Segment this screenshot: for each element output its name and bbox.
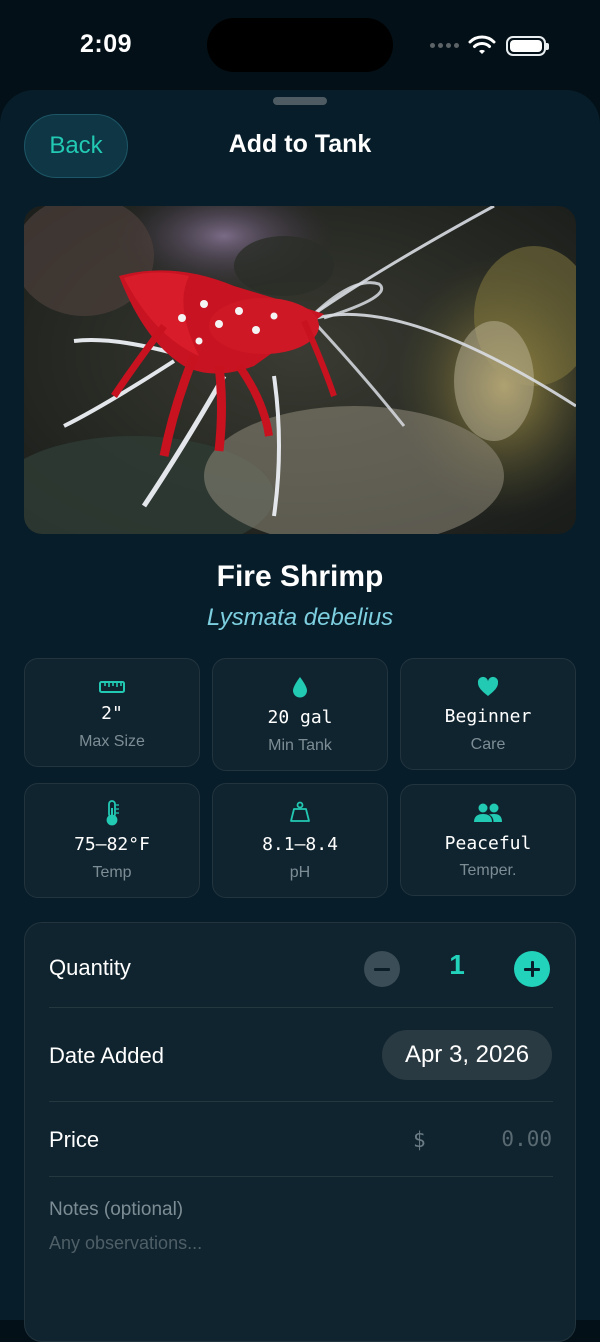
scale-icon <box>213 800 387 824</box>
price-input[interactable] <box>455 1123 552 1155</box>
quantity-decrement-button[interactable] <box>364 951 400 987</box>
stat-label: Max Size <box>79 733 145 750</box>
page-title: Add to Tank <box>228 130 372 158</box>
stat-max-size: 2" Max Size <box>24 658 200 767</box>
stat-care: Beginner Care <box>400 658 576 770</box>
cellular-signal-icon <box>430 43 459 48</box>
heart-icon <box>401 675 575 699</box>
stat-value: 8.1–8.4 <box>262 834 338 855</box>
quantity-label: Quantity <box>49 955 131 980</box>
species-scientific-name: Lysmata debelius <box>206 604 394 631</box>
back-button[interactable]: Back <box>24 114 128 178</box>
stat-value: 75–82°F <box>74 834 150 855</box>
currency-symbol: $ <box>413 1128 426 1152</box>
date-added-label: Date Added <box>49 1043 164 1068</box>
stat-temp: 75–82°F Temp <box>24 783 200 898</box>
date-picker-button[interactable]: Apr 3, 2026 <box>382 1030 552 1080</box>
stat-temperament: Peaceful Temper. <box>400 784 576 896</box>
divider <box>49 1101 553 1102</box>
sheet-grabber[interactable] <box>273 97 327 105</box>
quantity-increment-button[interactable] <box>514 951 550 987</box>
people-icon <box>401 801 575 825</box>
price-label: Price <box>49 1127 100 1152</box>
species-photo <box>24 206 576 534</box>
stat-value: Peaceful <box>444 833 532 854</box>
species-common-name: Fire Shrimp <box>216 560 384 593</box>
dynamic-island <box>207 18 393 72</box>
status-bar: 2:09 <box>0 0 600 90</box>
stat-min-tank: 20 gal Min Tank <box>212 658 388 771</box>
add-form-card: Quantity 1 Date Added Apr 3, 2026 Price … <box>24 922 576 1342</box>
stat-value: Beginner <box>444 706 532 727</box>
stat-label: Care <box>470 736 506 753</box>
divider <box>49 1176 553 1177</box>
stat-label: Temper. <box>459 862 517 879</box>
status-time: 2:09 <box>80 30 133 58</box>
quantity-value: 1 <box>449 949 465 980</box>
notes-label: Notes (optional) <box>49 1199 184 1220</box>
thermometer-icon <box>25 800 199 826</box>
battery-icon <box>506 36 549 56</box>
stat-label: Min Tank <box>268 737 332 754</box>
notes-input[interactable] <box>49 1229 553 1257</box>
add-to-tank-sheet: Back Add to Tank Fire Shrimp Lysmata deb… <box>0 90 600 1342</box>
stat-value: 20 gal <box>267 707 333 728</box>
stat-value: 2" <box>101 703 123 724</box>
ruler-icon <box>25 675 199 699</box>
water-drop-icon <box>213 675 387 699</box>
stat-ph: 8.1–8.4 pH <box>212 783 388 898</box>
wifi-icon <box>468 35 496 54</box>
divider <box>49 1007 553 1008</box>
stat-label: Temp <box>92 864 132 881</box>
stat-label: pH <box>289 864 311 881</box>
